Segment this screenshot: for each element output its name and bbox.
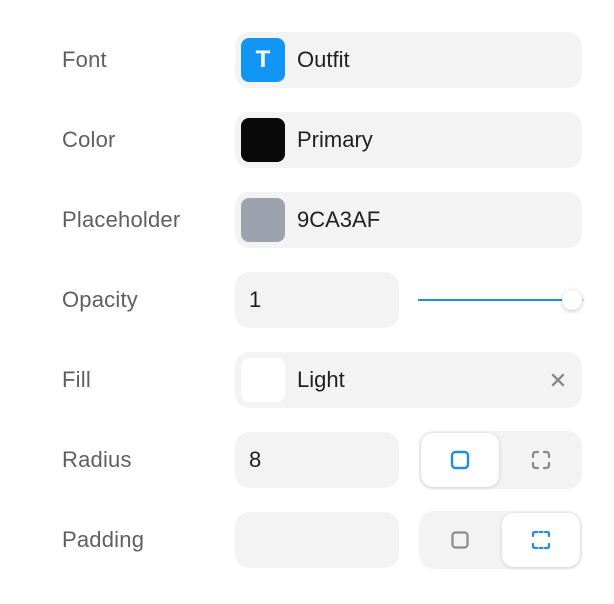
padding-individual-button[interactable]: [502, 513, 580, 567]
padding-label: Padding: [62, 527, 145, 552]
placeholder-label: Placeholder: [62, 207, 181, 232]
placeholder-value: 9CA3AF: [297, 207, 381, 232]
opacity-value: 1: [249, 287, 262, 312]
fill-value: Light: [297, 367, 345, 392]
properties-panel: Font T Outfit Color Primary Placeholder …: [0, 0, 614, 604]
color-row: Color Primary: [0, 112, 614, 168]
text-type-icon: T: [241, 38, 285, 82]
color-value: Primary: [297, 127, 373, 152]
radius-input[interactable]: 8: [235, 432, 399, 488]
opacity-slider[interactable]: [418, 272, 584, 328]
opacity-label: Opacity: [62, 287, 138, 312]
opacity-slider-thumb[interactable]: [562, 290, 582, 310]
placeholder-row: Placeholder 9CA3AF: [0, 192, 614, 248]
opacity-row: Opacity 1: [0, 272, 614, 328]
fill-field[interactable]: Light: [235, 352, 582, 408]
color-field[interactable]: Primary: [235, 112, 582, 168]
individual-sides-icon: [531, 530, 551, 550]
close-icon[interactable]: [548, 370, 568, 390]
radius-value: 8: [249, 447, 262, 472]
radius-uniform-button[interactable]: [421, 433, 499, 487]
radius-label: Radius: [62, 447, 132, 472]
radius-row: Radius 8: [0, 431, 614, 489]
opacity-input[interactable]: 1: [235, 272, 399, 328]
font-field[interactable]: T Outfit: [235, 32, 582, 88]
padding-input[interactable]: [235, 512, 399, 568]
font-label: Font: [62, 47, 107, 72]
individual-corners-icon: [531, 450, 551, 470]
fill-label: Fill: [62, 367, 91, 392]
color-swatch[interactable]: [241, 118, 285, 162]
opacity-slider-fill: [418, 299, 572, 301]
font-value: Outfit: [297, 47, 350, 72]
uniform-padding-icon: [451, 531, 469, 549]
color-label: Color: [62, 127, 116, 152]
uniform-corner-icon: [450, 450, 470, 470]
font-row: Font T Outfit: [0, 32, 614, 88]
padding-mode-toggle: [419, 511, 582, 569]
fill-swatch[interactable]: [241, 358, 285, 402]
fill-row: Fill Light: [0, 352, 614, 408]
placeholder-swatch[interactable]: [241, 198, 285, 242]
font-swatch-glyph: T: [255, 46, 271, 73]
padding-row: Padding: [0, 511, 614, 569]
padding-uniform-button[interactable]: [421, 513, 499, 567]
radius-individual-button[interactable]: [502, 433, 580, 487]
radius-mode-toggle: [419, 431, 582, 489]
placeholder-field[interactable]: 9CA3AF: [235, 192, 582, 248]
